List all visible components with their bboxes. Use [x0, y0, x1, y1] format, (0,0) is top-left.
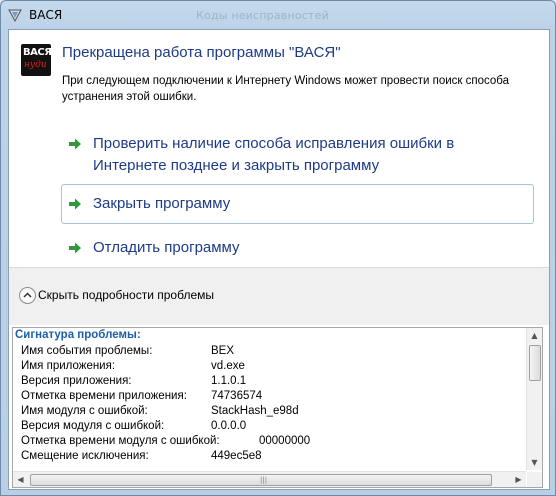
- vertical-scrollbar[interactable]: ▲ ▼: [526, 328, 542, 470]
- horizontal-scrollbar[interactable]: ◀ ||| ▶: [13, 471, 526, 487]
- detail-value: 1.1.0.1: [211, 375, 247, 387]
- detail-value: 449ec5e8: [211, 450, 262, 462]
- scroll-right-arrow-icon[interactable]: ▶: [511, 472, 526, 487]
- hide-details-label: Скрыть подробности проблемы: [38, 288, 214, 302]
- vertical-scroll-thumb[interactable]: [529, 345, 541, 381]
- scroll-down-arrow-icon[interactable]: ▼: [527, 455, 542, 470]
- problem-signature-heading: Сигнатура проблемы:: [15, 329, 141, 341]
- scroll-up-arrow-icon[interactable]: ▲: [527, 328, 542, 343]
- logo-text-top: ВАСЯ: [23, 47, 51, 58]
- detail-value: 0.0.0.0: [211, 420, 247, 432]
- detail-value: BEX: [211, 345, 235, 357]
- check-online-label-line2: Интернете позднее и закрыть программу: [93, 157, 380, 174]
- background-window-title: Коды неисправностей: [196, 9, 329, 22]
- dialog-body: ВАСЯ нуди Прекращена работа программы "В…: [8, 29, 550, 490]
- scroll-left-arrow-icon[interactable]: ◀: [13, 472, 28, 487]
- detail-value: vd.exe: [211, 360, 245, 372]
- details-bar: Скрыть подробности проблемы: [9, 267, 549, 325]
- grip-icon: |||: [260, 476, 268, 484]
- detail-key: Имя модуля с ошибкой:: [21, 405, 148, 417]
- app-icon: [8, 9, 22, 23]
- check-online-label-line1: Проверить наличие способа исправления ош…: [93, 135, 455, 152]
- chevron-up-icon: [19, 287, 36, 304]
- detail-key: Версия приложения:: [21, 375, 132, 387]
- window-title: ВАСЯ: [29, 8, 63, 22]
- logo-text-bottom: нуди: [24, 60, 47, 70]
- hide-details-toggle[interactable]: Скрыть подробности проблемы: [9, 268, 269, 325]
- detail-value: 00000000: [259, 435, 311, 447]
- dialog-heading: Прекращена работа программы "ВАСЯ": [62, 44, 341, 61]
- detail-value: 74736574: [211, 390, 263, 402]
- close-program-label: Закрыть программу: [93, 195, 231, 212]
- detail-key: Отметка времени модуля с ошибкой:: [21, 435, 220, 447]
- debug-program-button[interactable]: Отладить программу: [61, 235, 534, 263]
- error-dialog-window: ВАСЯ Коды неисправностей ВАСЯ нуди Прекр…: [0, 0, 556, 496]
- problem-details-box[interactable]: Сигнатура проблемы: Имя события проблемы…: [12, 327, 543, 488]
- detail-key: Отметка времени приложения:: [21, 390, 187, 402]
- app-logo: ВАСЯ нуди: [21, 44, 51, 76]
- detail-key: Смещение исключения:: [21, 450, 149, 462]
- scrollbar-corner: [527, 472, 542, 487]
- title-bar[interactable]: ВАСЯ Коды неисправностей: [1, 1, 556, 29]
- dialog-description: При следующем подключении к Интернету Wi…: [62, 75, 509, 103]
- detail-key: Имя приложения:: [21, 360, 116, 372]
- check-online-later-button[interactable]: Проверить наличие способа исправления ош…: [61, 131, 534, 179]
- green-arrow-icon: [69, 242, 81, 254]
- detail-key: Версия модуля с ошибкой:: [21, 420, 165, 432]
- debug-program-label: Отладить программу: [93, 239, 240, 256]
- detail-value: StackHash_e98d: [211, 405, 299, 417]
- detail-key: Имя события проблемы:: [21, 345, 153, 357]
- close-program-button[interactable]: Закрыть программу: [61, 184, 534, 224]
- green-arrow-icon: [69, 198, 81, 210]
- green-arrow-icon: [69, 138, 81, 150]
- horizontal-scroll-thumb[interactable]: |||: [30, 474, 492, 486]
